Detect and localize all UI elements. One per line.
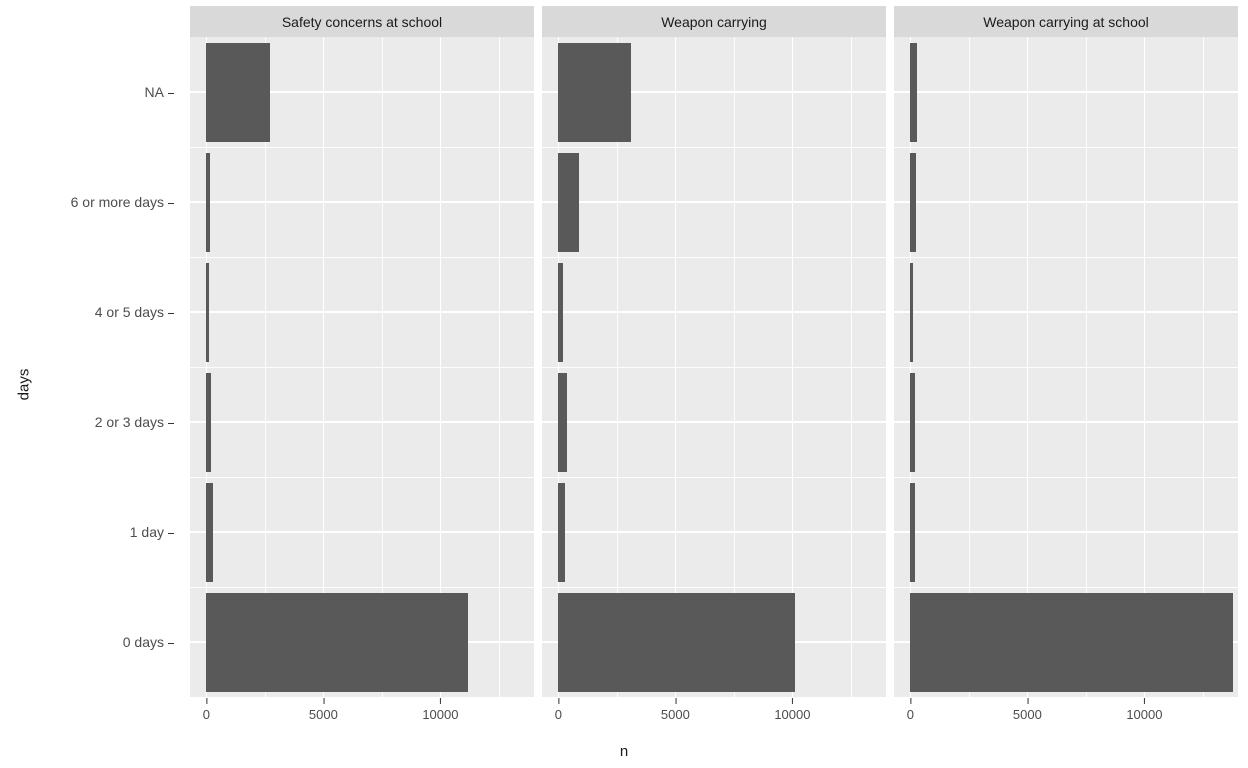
bar bbox=[206, 483, 213, 582]
y-tick-text: 2 or 3 days bbox=[95, 414, 164, 430]
bar bbox=[206, 593, 468, 692]
bar bbox=[206, 263, 208, 362]
facet-panel bbox=[542, 37, 886, 697]
bar bbox=[910, 373, 914, 472]
y-tick-text: 0 days bbox=[123, 634, 164, 650]
facet-strip: Safety concerns at school bbox=[190, 6, 534, 37]
bar bbox=[910, 263, 913, 362]
x-tick-label: 10000 bbox=[1126, 707, 1162, 722]
bar bbox=[206, 373, 211, 472]
bar bbox=[558, 263, 562, 362]
facet-x-ticks: 0 5000 10000 bbox=[542, 697, 886, 737]
x-tick-label: 5000 bbox=[661, 707, 690, 722]
bar bbox=[558, 43, 631, 142]
y-tick-label: 1 day bbox=[130, 524, 174, 540]
y-tick-text: 6 or more days bbox=[71, 194, 164, 210]
y-tick-text: 4 or 5 days bbox=[95, 304, 164, 320]
y-axis-title: days bbox=[12, 0, 36, 768]
facet-panel bbox=[190, 37, 534, 697]
x-tick-label: 5000 bbox=[1013, 707, 1042, 722]
x-tick-label: 5000 bbox=[309, 707, 338, 722]
y-tick-text: 1 day bbox=[130, 524, 164, 540]
facet-x-ticks: 0 5000 10000 bbox=[190, 697, 534, 737]
x-tick-label: 10000 bbox=[422, 707, 458, 722]
facet-x-ticks: 0 5000 10000 bbox=[894, 697, 1238, 737]
facet: Safety concerns at school bbox=[190, 6, 534, 697]
y-tick-label: 0 days bbox=[123, 634, 174, 650]
bar bbox=[206, 43, 269, 142]
x-tick-label: 0 bbox=[555, 707, 562, 722]
y-axis-title-text: days bbox=[16, 368, 33, 400]
facet: Weapon carrying at school bbox=[894, 6, 1238, 697]
y-tick-label: 6 or more days bbox=[71, 194, 174, 210]
facet-panel bbox=[894, 37, 1238, 697]
y-tick-label: 2 or 3 days bbox=[95, 414, 174, 430]
facet: Weapon carrying bbox=[542, 6, 886, 697]
facet-strip: Weapon carrying at school bbox=[894, 6, 1238, 37]
x-tick-label: 10000 bbox=[774, 707, 810, 722]
bar bbox=[910, 483, 915, 582]
bar bbox=[558, 483, 565, 582]
y-axis-ticks: 0 days 1 day 2 or 3 days 4 or 5 days 6 or mo… bbox=[40, 37, 180, 697]
y-tick-text: NA bbox=[145, 84, 164, 100]
bar bbox=[206, 153, 210, 252]
x-tick-label: 0 bbox=[203, 707, 210, 722]
x-axis-title: n bbox=[0, 740, 1248, 762]
y-tick-label: 4 or 5 days bbox=[95, 304, 174, 320]
x-tick-label: 0 bbox=[907, 707, 914, 722]
facet-strip: Weapon carrying bbox=[542, 6, 886, 37]
facet-panels: Safety concerns at school Weapon carrying… bbox=[190, 6, 1238, 697]
bar bbox=[910, 153, 916, 252]
bar bbox=[558, 593, 794, 692]
x-axis-title-text: n bbox=[620, 743, 628, 760]
bar bbox=[558, 373, 566, 472]
faceted-bar-chart: days 0 days 1 day 2 or 3 days 4 or 5 days 6 … bbox=[0, 0, 1248, 768]
bar bbox=[910, 43, 917, 142]
x-axis-ticks: 0 5000 10000 0 5000 10000 0 5000 10000 bbox=[190, 697, 1238, 737]
bar bbox=[910, 593, 1233, 692]
y-tick-label: NA bbox=[145, 84, 174, 100]
bar bbox=[558, 153, 579, 252]
